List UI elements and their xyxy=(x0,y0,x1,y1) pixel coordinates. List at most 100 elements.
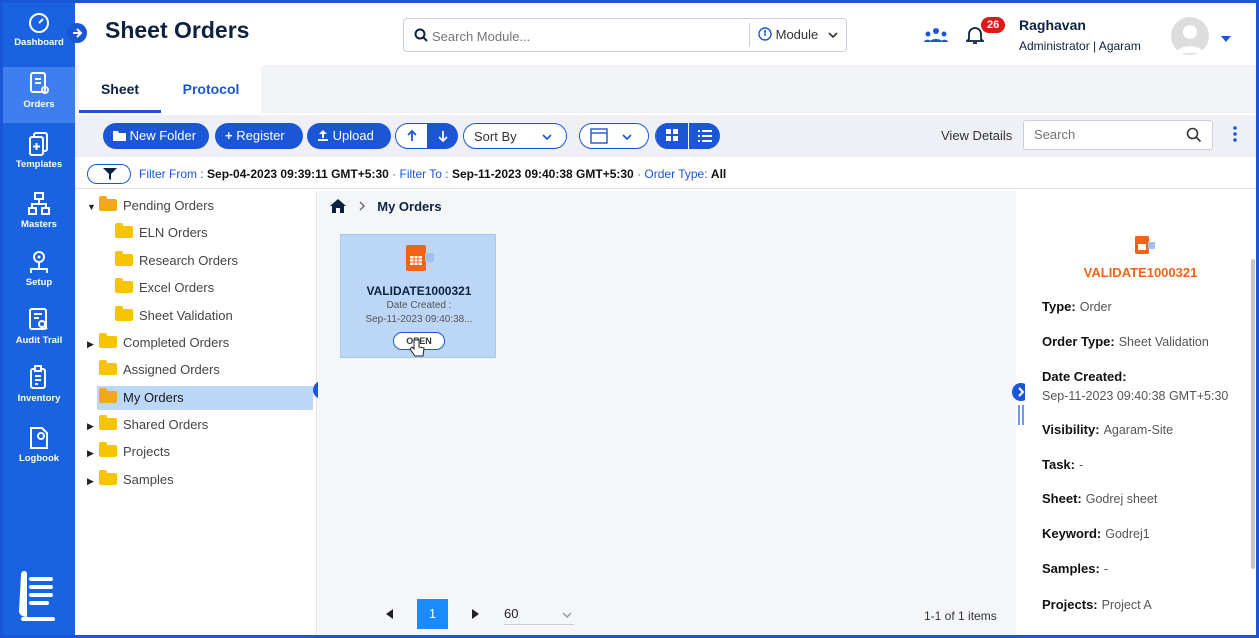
tree-node-label: Completed Orders xyxy=(123,335,230,350)
header: Sheet Orders Module 26 Raghavan Administ… xyxy=(67,3,1256,65)
sort-order-toggle[interactable] xyxy=(395,123,458,149)
grid-view-icon[interactable] xyxy=(656,123,688,149)
home-icon[interactable] xyxy=(330,199,346,213)
user-menu-caret-icon[interactable] xyxy=(1221,31,1231,46)
orders-icon xyxy=(30,72,49,94)
tree-node-research-orders[interactable]: Research Orders xyxy=(115,249,238,273)
hierarchy-icon xyxy=(28,192,50,215)
nav-dashboard[interactable]: Dashboard xyxy=(3,11,75,67)
nav-templates[interactable]: Templates xyxy=(3,131,75,187)
details-scrollbar[interactable] xyxy=(1251,259,1255,569)
tab-protocol[interactable]: Protocol xyxy=(161,65,261,113)
filter-bar: Filter From : Sep-04-2023 09:39:11 GMT+5… xyxy=(75,159,1256,189)
toolbar-search-input[interactable] xyxy=(1034,127,1174,142)
search-icon xyxy=(414,28,428,45)
splitter-handle-icon[interactable] xyxy=(1018,405,1024,425)
column-chooser-dropdown[interactable] xyxy=(579,123,649,149)
sort-by-dropdown[interactable]: Sort By xyxy=(463,123,567,149)
page-size-select[interactable]: 60 xyxy=(504,603,574,625)
module-dropdown[interactable]: Module xyxy=(749,23,845,47)
detail-projects: Projects: Project A xyxy=(1042,597,1152,612)
pager-prev-icon[interactable] xyxy=(386,609,394,619)
search-icon[interactable] xyxy=(1186,127,1202,143)
plus-icon: + xyxy=(225,128,233,143)
nav-inventory-label: Inventory xyxy=(17,393,61,404)
setup-icon xyxy=(30,251,48,273)
tree-node-pending-orders[interactable]: ▼ Pending Orders xyxy=(87,194,214,218)
tree-node-label: Pending Orders xyxy=(123,198,215,213)
toolbar: New Folder + Register Upload Sort By Vie… xyxy=(75,115,1256,157)
pager-current-page[interactable]: 1 xyxy=(417,599,448,629)
user-avatar-icon xyxy=(1177,25,1203,53)
inventory-icon xyxy=(30,365,46,389)
folder-icon xyxy=(115,306,133,321)
templates-icon xyxy=(29,132,48,156)
logbook-icon xyxy=(30,427,48,449)
tree-node-shared-orders[interactable]: ▶ Shared Orders xyxy=(87,413,208,437)
nav-orders[interactable]: Orders xyxy=(3,67,75,123)
pager-next-icon[interactable] xyxy=(472,609,480,619)
more-options-icon[interactable] xyxy=(1233,125,1237,146)
sheet-file-icon xyxy=(1135,236,1155,254)
new-folder-button[interactable]: New Folder xyxy=(103,123,209,149)
details-title: VALIDATE1000321 xyxy=(1083,265,1198,280)
caret-right-icon[interactable]: ▶ xyxy=(87,332,99,356)
detail-sheet: Sheet: Godrej sheet xyxy=(1042,491,1158,506)
team-icon[interactable] xyxy=(923,27,949,46)
breadcrumb: My Orders xyxy=(330,197,442,217)
caret-down-icon[interactable]: ▼ xyxy=(87,195,99,219)
folder-icon xyxy=(115,278,133,293)
nav-orders-label: Orders xyxy=(23,99,55,110)
order-card[interactable]: VALIDATE1000321 Date Created : Sep-11-20… xyxy=(340,234,496,358)
chevron-down-icon xyxy=(828,32,838,39)
tree-node-completed-orders[interactable]: ▶ Completed Orders xyxy=(87,331,229,355)
details-panel: VALIDATE1000321 Type: Order Order Type: Sh… xyxy=(1025,191,1256,635)
folder-icon xyxy=(99,442,117,457)
tree-node-excel-orders[interactable]: Excel Orders xyxy=(115,276,214,300)
tree-node-label: Sheet Validation xyxy=(139,308,233,323)
filter-separator: · xyxy=(637,167,642,181)
tree-node-projects[interactable]: ▶ Projects xyxy=(87,440,170,464)
nav-audit-trail[interactable]: Audit Trail xyxy=(3,307,75,363)
folder-icon xyxy=(99,333,117,348)
caret-right-icon[interactable]: ▶ xyxy=(87,414,99,438)
caret-right-icon[interactable]: ▶ xyxy=(87,469,99,493)
tree-node-my-orders[interactable]: My Orders xyxy=(97,386,313,410)
folder-icon xyxy=(113,131,126,141)
register-button[interactable]: + Register xyxy=(215,123,303,149)
folder-open-icon xyxy=(99,388,117,403)
module-search-input[interactable] xyxy=(432,26,732,46)
tab-sheet[interactable]: Sheet xyxy=(79,65,161,113)
sidebar-toggle-button[interactable] xyxy=(67,23,87,43)
nav-logbook[interactable]: Logbook xyxy=(3,425,75,481)
flask-icon xyxy=(758,27,772,41)
upload-button[interactable]: Upload xyxy=(307,123,391,149)
tree-node-label: Shared Orders xyxy=(123,417,209,432)
detail-visibility: Visibility: Agaram-Site xyxy=(1042,422,1174,437)
nav-inventory[interactable]: Inventory xyxy=(3,365,75,421)
tree-node-label: ELN Orders xyxy=(139,225,208,240)
nav-setup[interactable]: Setup xyxy=(3,249,75,305)
tree-node-sheet-validation[interactable]: Sheet Validation xyxy=(115,304,233,328)
nav-masters[interactable]: Masters xyxy=(3,191,75,247)
filter-from-value: Sep-04-2023 09:39:11 GMT+5:30 xyxy=(207,167,389,181)
view-details-link[interactable]: View Details xyxy=(941,128,1012,143)
tree-node-assigned-orders[interactable]: Assigned Orders xyxy=(99,358,220,382)
calendar-grid-icon xyxy=(590,128,608,144)
tree-node-label: Excel Orders xyxy=(139,280,215,295)
tree-node-eln-orders[interactable]: ELN Orders xyxy=(115,221,208,245)
avatar[interactable] xyxy=(1171,17,1209,55)
filter-button[interactable] xyxy=(87,164,131,184)
filter-to-label: Filter To : xyxy=(399,167,449,181)
filter-from-label: Filter From : xyxy=(139,167,204,181)
sidebar: Dashboard Orders Templates Masters Setup… xyxy=(3,3,75,635)
arrow-down-icon[interactable] xyxy=(427,123,458,149)
nav-templates-label: Templates xyxy=(15,159,63,170)
arrow-up-icon[interactable] xyxy=(396,123,427,149)
pin-icon xyxy=(73,28,83,38)
list-view-icon[interactable] xyxy=(688,123,720,149)
upload-label: Upload xyxy=(332,128,374,143)
user-name: Raghavan xyxy=(1019,17,1086,33)
tree-node-samples[interactable]: ▶ Samples xyxy=(87,468,174,492)
caret-right-icon[interactable]: ▶ xyxy=(87,441,99,465)
